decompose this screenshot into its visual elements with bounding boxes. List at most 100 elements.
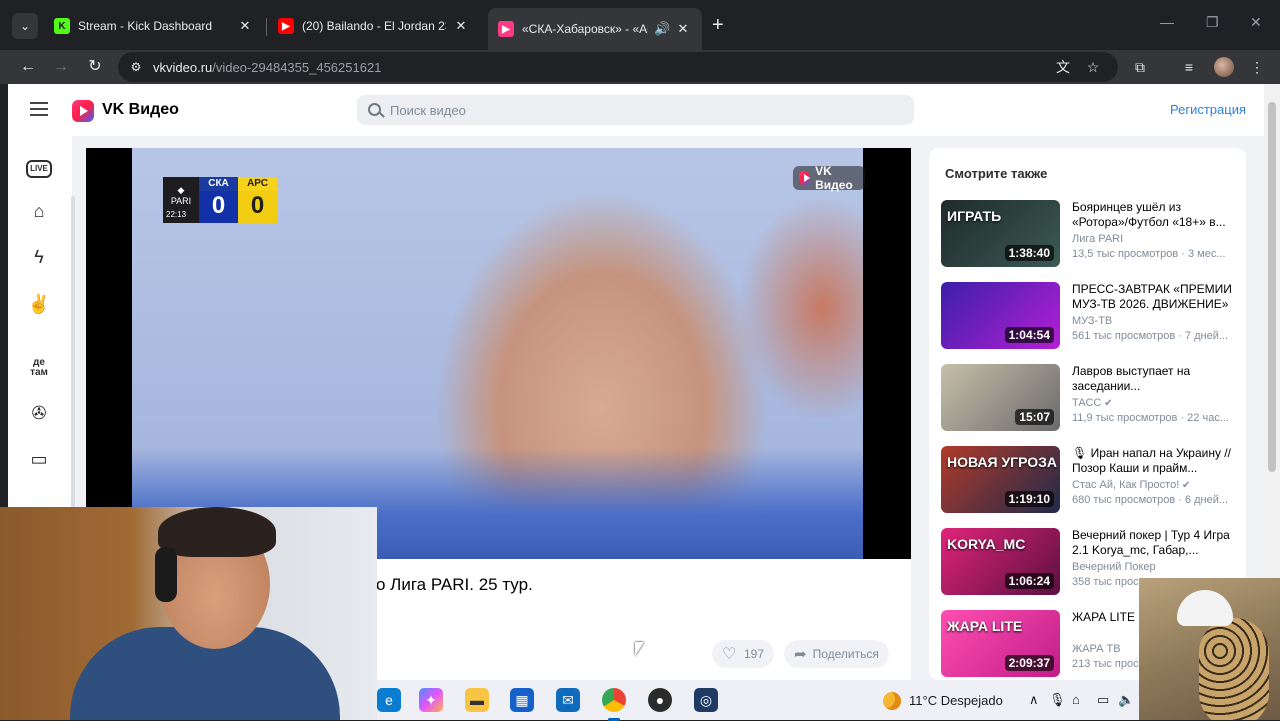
tab-kick[interactable]: K Stream - Kick Dashboard ✕ (44, 8, 264, 44)
restore-icon[interactable]: ❐ (1206, 14, 1219, 31)
reload-icon[interactable]: ↻ (84, 56, 106, 78)
video-duration: 15:07 (1015, 409, 1054, 425)
tab-vkvideo[interactable]: ▶ «СКА-Хабаровск» - «Арсе 🔊 ✕ (488, 8, 702, 50)
hamburger-menu-icon[interactable] (30, 102, 48, 116)
related-video-channel[interactable]: ЖАРА ТВ (1072, 643, 1121, 655)
kick-icon: K (54, 18, 70, 34)
media-controls-icon[interactable]: ≡ (1180, 58, 1198, 76)
site-header: VK Видео Поиск видео Регистрация (8, 84, 1264, 136)
thumbnail-caption: ЖАРА LITE (947, 618, 1023, 634)
close-icon[interactable]: ✕ (236, 18, 254, 34)
scoreboard: ◆ PARI СКА 0 АРС 0 22:13 (163, 177, 278, 223)
profile-avatar[interactable] (1214, 57, 1234, 77)
related-video-item[interactable]: 15:07 Лавров выступает на заседании... ТАС… (941, 364, 1241, 432)
microphone-icon[interactable]: 🎙 (1049, 692, 1066, 708)
webcam-person-hair (158, 507, 276, 557)
like-button[interactable]: ♡ 197 (712, 640, 775, 668)
chevron-up-icon[interactable]: ∧ (1029, 692, 1039, 708)
scrollbar-thumb[interactable] (1268, 102, 1276, 472)
video-thumbnail[interactable]: ИГРАТЬ 1:38:40 (941, 200, 1060, 267)
share-icon: ➦ (794, 646, 807, 663)
brand-name[interactable]: VK Видео (102, 101, 179, 119)
back-icon[interactable]: ← (17, 56, 39, 78)
live-icon[interactable]: LIVE (26, 160, 52, 178)
related-video-title[interactable]: ПРЕСС-ЗАВТРАК «ПРЕМИИ МУЗ-ТВ 2026. ДВИЖЕ… (1072, 282, 1237, 312)
bookmark-star-icon[interactable]: ☆ (1084, 58, 1102, 76)
related-video-item[interactable]: 1:04:54 ПРЕСС-ЗАВТРАК «ПРЕМИИ МУЗ-ТВ 2026… (941, 282, 1241, 350)
video-player[interactable]: ◆ PARI СКА 0 АРС 0 22:13 VK Видео (86, 148, 911, 559)
windows-taskbar: e ✦ ▬ ▦ ✉ ● ◎ 11°C Despejado ∧ 🎙 ⌂ ▭ 🔈 (377, 680, 1139, 721)
speaker-icon[interactable]: 🔊 (654, 21, 670, 37)
film-reel-icon[interactable]: ✇ (26, 400, 52, 426)
video-duration: 2:09:37 (1004, 655, 1054, 671)
volume-icon[interactable]: 🔈 (1118, 692, 1134, 708)
microsoft-store-icon[interactable]: ▦ (510, 688, 534, 712)
related-video-channel[interactable]: Стас Ай, Как Просто! ✔ (1072, 479, 1190, 491)
tab-separator (266, 18, 267, 36)
vk-video-icon: ▶ (498, 21, 514, 37)
search-input[interactable]: Поиск видео (357, 95, 914, 125)
register-link[interactable]: Регистрация (1170, 102, 1246, 117)
heart-icon: ♡ (722, 645, 737, 663)
forward-icon[interactable]: → (50, 56, 72, 78)
display-icon[interactable]: ▭ (1097, 692, 1109, 708)
related-video-title[interactable]: Бояринцев ушёл из «Ротора»/Футбол «18+» … (1072, 200, 1237, 230)
lightning-icon[interactable]: ϟ (26, 244, 52, 270)
video-thumbnail[interactable]: KORYA_MC 1:06:24 (941, 528, 1060, 595)
clips-icon[interactable]: ✌ (26, 291, 52, 317)
video-thumbnail[interactable]: ЖАРА LITE 2:09:37 (941, 610, 1060, 677)
tv-icon[interactable]: ▭ (26, 446, 52, 472)
edge-icon[interactable]: e (377, 688, 401, 712)
network-icon[interactable]: ⌂ (1072, 692, 1080, 707)
chrome-icon[interactable] (602, 688, 626, 721)
pet-webcam (1139, 578, 1280, 720)
search-icon (368, 103, 381, 116)
outlook-icon[interactable]: ✉ (556, 688, 580, 712)
related-video-title[interactable]: Вечерний покер | Тур 4 Игра 2.1 Korya_mc… (1072, 528, 1237, 558)
share-button[interactable]: ➦ Поделиться (784, 640, 889, 668)
related-video-channel[interactable]: Вечерний Покер (1072, 561, 1156, 573)
minimize-icon[interactable]: — (1160, 14, 1174, 30)
related-video-title[interactable]: Лавров выступает на заседании... (1072, 364, 1237, 394)
vk-video-logo-icon[interactable] (72, 100, 94, 122)
related-video-channel[interactable]: Лига PARI (1072, 233, 1123, 245)
related-video-item[interactable]: ИГРАТЬ 1:38:40 Бояринцев ушёл из «Ротора»/… (941, 200, 1241, 268)
related-video-channel[interactable]: ТАСС ✔ (1072, 397, 1113, 409)
obs-icon[interactable]: ● (648, 688, 672, 712)
extensions-icon[interactable]: ⧉ (1131, 58, 1149, 76)
translate-icon[interactable]: 文 (1054, 58, 1072, 76)
verified-check-icon: ✔ (1101, 398, 1113, 409)
video-duration: 1:19:10 (1004, 491, 1054, 507)
weather-icon[interactable] (883, 692, 901, 710)
related-video-channel[interactable]: МУЗ-ТВ (1072, 315, 1112, 327)
video-duration: 1:04:54 (1004, 327, 1054, 343)
cap-icon (1177, 590, 1233, 626)
related-video-title[interactable]: 🎙 Иран напал на Украину // Позор Каши и … (1072, 446, 1237, 476)
vk-video-watermark: VK Видео (793, 164, 865, 192)
video-thumbnail[interactable]: 15:07 (941, 364, 1060, 431)
close-icon[interactable]: ✕ (674, 21, 692, 37)
kids-icon[interactable]: де там (26, 358, 52, 384)
menu-kebab-icon[interactable]: ⋮ (1248, 58, 1266, 76)
related-heading: Смотрите также (945, 166, 1048, 181)
related-video-meta: 13,5 тыс просмотров · 3 мес... (1072, 248, 1226, 260)
home-icon[interactable]: ⌂ (26, 198, 52, 224)
tab-youtube[interactable]: ▶ (20) Bailando - El Jordan 23 / St ✕ (268, 8, 480, 44)
copilot-icon[interactable]: ✦ (419, 688, 443, 712)
related-video-meta: 11,9 тыс просмотров · 22 час... (1072, 412, 1229, 424)
tab-search-button[interactable]: ⌄ (12, 13, 38, 39)
video-thumbnail[interactable]: НОВАЯ УГРОЗА 1:19:10 (941, 446, 1060, 513)
thumbnail-caption: KORYA_MC (947, 536, 1026, 552)
away-team-score: АРС 0 (238, 177, 277, 223)
close-window-icon[interactable]: ✕ (1250, 14, 1262, 31)
related-video-item[interactable]: НОВАЯ УГРОЗА 1:19:10 🎙 Иран напал на Украи… (941, 446, 1241, 514)
address-bar[interactable]: ⚙ vkvideo.ru/video-29484355_456251621 文 … (118, 52, 1118, 82)
close-icon[interactable]: ✕ (452, 18, 470, 34)
mouse-cursor-icon (635, 642, 644, 656)
file-explorer-icon[interactable]: ▬ (465, 688, 489, 712)
video-thumbnail[interactable]: 1:04:54 (941, 282, 1060, 349)
weather-text[interactable]: 11°C Despejado (909, 693, 1003, 708)
site-info-icon[interactable]: ⚙ (128, 59, 144, 75)
new-tab-button[interactable]: + (712, 15, 724, 35)
app-icon[interactable]: ◎ (694, 688, 718, 712)
